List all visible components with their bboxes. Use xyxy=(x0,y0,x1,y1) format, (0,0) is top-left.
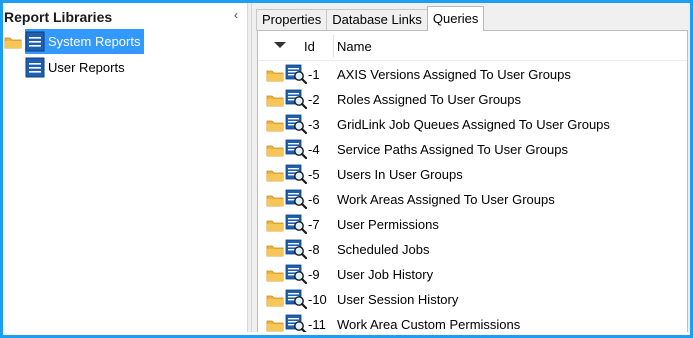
folder-icon xyxy=(266,94,284,110)
query-report-icon xyxy=(285,189,308,212)
grid-header: Id Name xyxy=(258,31,687,61)
column-header-id[interactable]: Id xyxy=(304,39,315,54)
column-divider[interactable] xyxy=(333,35,334,57)
query-report-icon xyxy=(285,239,308,262)
tab-properties[interactable]: Properties xyxy=(256,9,328,31)
collapse-panel-button[interactable]: ‹ xyxy=(229,7,243,23)
panel-title: Report Libraries xyxy=(4,9,113,25)
query-row[interactable]: -8 Scheduled Jobs xyxy=(258,237,687,262)
query-report-icon xyxy=(285,314,307,332)
query-id: -9 xyxy=(308,267,320,282)
query-name: User Job History xyxy=(337,267,434,282)
report-library-icon xyxy=(25,57,45,78)
tree-item-system-reports[interactable]: System Reports xyxy=(3,29,145,54)
query-report-icon xyxy=(285,64,308,87)
query-id: -4 xyxy=(308,142,320,157)
query-row[interactable]: -2 Roles Assigned To User Groups xyxy=(258,87,687,112)
folder-icon xyxy=(266,219,284,235)
folder-icon xyxy=(266,119,284,135)
folder-icon xyxy=(266,294,284,310)
query-row[interactable]: -1 AXIS Versions Assigned To User Groups xyxy=(258,62,687,87)
query-report-icon xyxy=(285,214,308,237)
folder-icon xyxy=(266,144,284,160)
folder-icon xyxy=(266,319,284,332)
folder-icon xyxy=(266,244,284,260)
sort-descending-icon[interactable] xyxy=(274,42,286,48)
query-report-icon xyxy=(285,164,308,187)
query-name: GridLink Job Queues Assigned To User Gro… xyxy=(337,117,610,132)
query-row[interactable]: -5 Users In User Groups xyxy=(258,162,687,187)
query-row[interactable]: -11 Work Area Custom Permissions xyxy=(258,312,687,332)
query-id: -5 xyxy=(308,167,320,182)
folder-icon xyxy=(266,169,284,185)
tree-item-label: System Reports xyxy=(48,34,141,49)
tab-strip: Properties Database Links Queries xyxy=(256,6,485,31)
query-row[interactable]: -7 User Permissions xyxy=(258,212,687,237)
query-name: User Session History xyxy=(337,292,459,307)
queries-grid: Id Name -1 AXIS Versions Assigned To User… xyxy=(257,30,688,332)
query-name: AXIS Versions Assigned To User Groups xyxy=(337,67,571,82)
details-panel: Properties Database Links Queries Id Nam… xyxy=(252,3,690,332)
folder-icon xyxy=(266,69,284,85)
query-name: User Permissions xyxy=(337,217,439,232)
query-name: Roles Assigned To User Groups xyxy=(337,92,522,107)
query-id: -3 xyxy=(308,117,320,132)
query-row[interactable]: -10 User Session History xyxy=(258,287,687,312)
query-report-icon xyxy=(285,139,308,162)
query-row[interactable]: -4 Service Paths Assigned To User Groups xyxy=(258,137,687,162)
query-name: Service Paths Assigned To User Groups xyxy=(337,142,568,157)
query-report-icon xyxy=(285,89,308,112)
query-id: -2 xyxy=(308,92,320,107)
query-name: Users In User Groups xyxy=(337,167,463,182)
query-report-icon xyxy=(285,264,308,287)
column-header-name[interactable]: Name xyxy=(337,39,372,54)
folder-icon xyxy=(266,269,284,285)
report-libraries-panel: Report Libraries ‹ System Reports User R… xyxy=(3,3,247,332)
tree-item-label: User Reports xyxy=(48,60,125,75)
query-id: -11 xyxy=(308,317,326,332)
query-row[interactable]: -3 GridLink Job Queues Assigned To User G… xyxy=(258,112,687,137)
tab-database-links[interactable]: Database Links xyxy=(326,9,428,31)
query-report-icon xyxy=(285,289,308,312)
query-id: -8 xyxy=(308,242,320,257)
tree-item-user-reports[interactable]: User Reports xyxy=(3,55,129,80)
query-row[interactable]: -6 Work Areas Assigned To User Groups xyxy=(258,187,687,212)
report-library-icon xyxy=(25,31,45,52)
tab-queries[interactable]: Queries xyxy=(426,6,485,31)
query-id: -10 xyxy=(308,292,327,307)
query-name: Work Area Custom Permissions xyxy=(337,317,521,332)
query-name: Scheduled Jobs xyxy=(337,242,430,257)
folder-icon xyxy=(3,29,25,54)
query-id: -6 xyxy=(308,192,320,207)
query-id: -7 xyxy=(308,217,320,232)
query-report-icon xyxy=(285,114,308,137)
query-id: -1 xyxy=(308,67,320,82)
query-name: Work Areas Assigned To User Groups xyxy=(337,192,555,207)
folder-icon xyxy=(266,194,284,210)
query-row[interactable]: -9 User Job History xyxy=(258,262,687,287)
